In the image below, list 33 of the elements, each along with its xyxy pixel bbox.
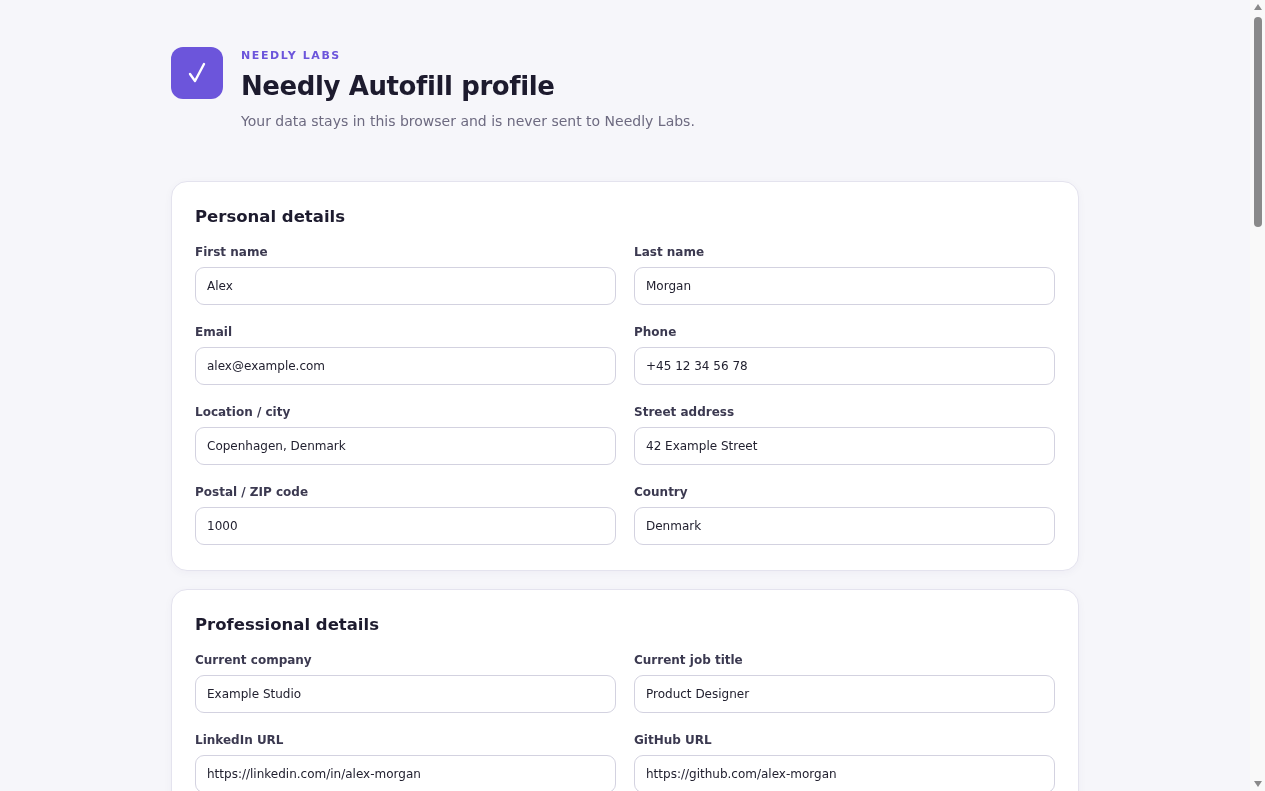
text-input-field[interactable]: https://linkedin.com/in/alex-morgan	[195, 755, 616, 791]
field-label: Street address	[634, 404, 735, 420]
brand-name: NEEDLY LABS	[241, 49, 342, 63]
text-input-field[interactable]: Copenhagen, Denmark	[195, 427, 616, 465]
field-label: GitHub URL	[634, 732, 712, 748]
field-label: Current company	[195, 652, 312, 668]
field-label: Location / city	[195, 404, 291, 420]
text-input-field[interactable]: 42 Example Street	[634, 427, 1055, 465]
check-logo-icon	[171, 47, 223, 99]
scroll-down-arrow-icon[interactable]	[1252, 780, 1263, 788]
field-label: Phone	[634, 324, 677, 340]
field-label: Country	[634, 484, 688, 500]
text-input-field[interactable]: alex@example.com	[195, 347, 616, 385]
scroll-up-arrow-icon[interactable]	[1252, 3, 1263, 11]
field-label: Postal / ZIP code	[195, 484, 309, 500]
page-subtitle: Your data stays in this browser and is never sent to Needly Labs.	[241, 112, 695, 130]
scrollbar-thumb[interactable]	[1253, 17, 1262, 227]
section-title: Personal details	[195, 206, 346, 228]
field-label: Current job title	[634, 652, 743, 668]
text-input-field[interactable]: Product Designer	[634, 675, 1055, 713]
field-label: First name	[195, 244, 268, 260]
text-input-field[interactable]: Denmark	[634, 507, 1055, 545]
text-input-field[interactable]: Example Studio	[195, 675, 616, 713]
text-input-field[interactable]: 1000	[195, 507, 616, 545]
text-input-field[interactable]: Alex	[195, 267, 616, 305]
section-title: Professional details	[195, 614, 380, 636]
page-title: Needly Autofill profile	[241, 70, 556, 102]
text-input-field[interactable]: https://github.com/alex-morgan	[634, 755, 1055, 791]
text-input-field[interactable]: +45 12 34 56 78	[634, 347, 1055, 385]
field-label: LinkedIn URL	[195, 732, 284, 748]
field-label: Email	[195, 324, 233, 340]
field-label: Last name	[634, 244, 705, 260]
text-input-field[interactable]: Morgan	[634, 267, 1055, 305]
